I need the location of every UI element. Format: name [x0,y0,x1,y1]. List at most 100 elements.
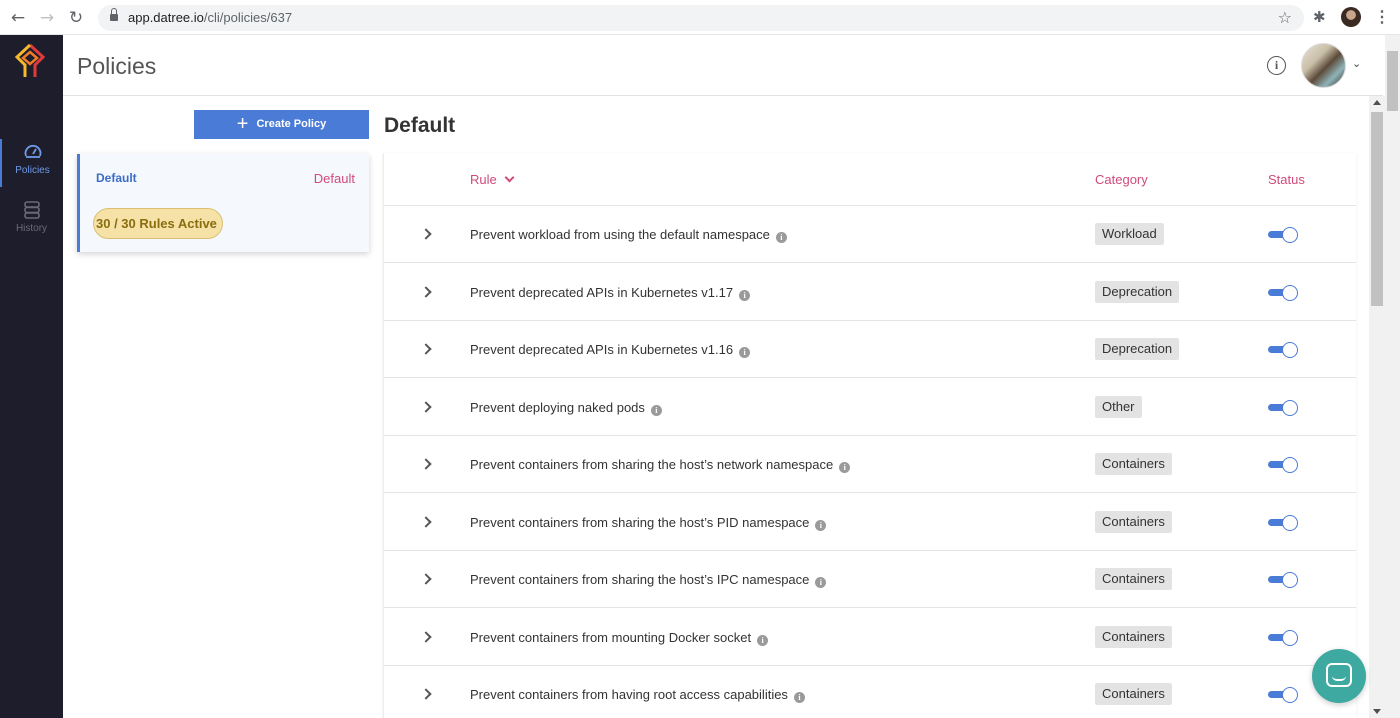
toggle-knob [1282,687,1298,703]
chevron-right-icon[interactable] [420,573,432,585]
rule-name: Prevent deploying naked pods i [470,400,662,416]
category-badge: Containers [1095,625,1172,648]
table-row[interactable]: Prevent containers from having root acce… [384,666,1356,718]
avatar[interactable] [1301,43,1346,88]
table-row[interactable]: Prevent deprecated APIs in Kubernetes v1… [384,264,1356,321]
sidebar-item-policies[interactable]: Policies [0,139,63,187]
table-row[interactable]: Prevent deploying naked pods i Other [384,379,1356,436]
info-icon[interactable]: i [650,404,662,416]
chevron-right-icon[interactable] [420,285,432,298]
category-badge: Containers [1095,683,1172,705]
status-toggle[interactable] [1268,514,1298,531]
chevron-down-icon [504,172,515,183]
browser-toolbar: ← → ↻ app.datree.io/cli/policies/637 ☆ ✱… [0,0,1400,35]
scroll-thumb[interactable] [1387,51,1398,111]
table-row[interactable]: Prevent deprecated APIs in Kubernetes v1… [384,321,1356,378]
table-row[interactable]: Prevent containers from mounting Docker … [384,609,1356,666]
chevron-right-icon[interactable] [420,343,432,355]
sidebar-item-label: Policies [15,165,50,176]
chevron-right-icon[interactable] [420,515,432,528]
bookmark-star-icon[interactable]: ☆ [1278,8,1292,27]
status-toggle[interactable] [1268,284,1298,301]
info-icon[interactable]: i [757,634,769,646]
toggle-knob [1282,629,1298,646]
info-icon[interactable]: i [775,232,787,243]
rule-name: Prevent deprecated APIs in Kubernetes v1… [470,285,751,301]
chevron-down-icon[interactable]: ⌄ [1352,57,1361,70]
scroll-up-arrow-icon[interactable] [1373,100,1381,105]
status-toggle[interactable] [1268,572,1298,588]
forward-arrow-icon[interactable]: → [37,8,57,28]
dashboard-gauge-icon [24,144,41,158]
policy-card-default[interactable]: Default Default 30 / 30 Rules Active [77,154,369,252]
sidebar-item-history[interactable]: History [0,197,63,245]
category-badge: Other [1095,395,1142,418]
scroll-thumb[interactable] [1371,112,1383,306]
url-text: app.datree.io/cli/policies/637 [128,10,293,25]
create-policy-button[interactable]: + Create Policy [194,110,369,139]
app-header: Policies i ⌄ [63,35,1383,96]
info-icon[interactable]: i [815,519,827,531]
info-icon[interactable]: i [1267,56,1286,75]
scroll-down-arrow-icon[interactable] [1373,709,1381,714]
chevron-right-icon[interactable] [420,400,432,413]
extensions-puzzle-icon[interactable]: ✱ [1313,9,1329,25]
chevron-right-icon[interactable] [420,630,432,643]
table-row[interactable]: Prevent containers from sharing the host… [384,494,1356,551]
info-icon[interactable]: i [739,347,751,358]
toggle-knob [1282,342,1298,358]
info-icon[interactable]: i [739,289,751,301]
table-row[interactable]: Prevent containers from sharing the host… [384,436,1356,493]
rule-label: Prevent workload from using the default … [470,227,770,242]
status-toggle[interactable] [1268,227,1298,243]
plus-icon: + [236,113,249,135]
browser-profile-avatar[interactable] [1341,7,1361,27]
reload-icon[interactable]: ↻ [66,8,86,28]
create-policy-label: Create Policy [256,118,327,130]
chat-launcher-button[interactable] [1312,649,1366,703]
chevron-right-icon[interactable] [420,688,432,700]
rule-label: Prevent containers from mounting Docker … [470,629,752,645]
rule-label: Prevent containers from sharing the host… [470,514,810,530]
toggle-knob [1282,227,1298,243]
rule-label: Prevent containers from sharing the host… [470,572,810,587]
rule-column-header[interactable]: Rule [470,172,515,187]
category-badge: Workload [1095,223,1164,245]
table-row[interactable]: Prevent containers from sharing the host… [384,551,1356,608]
toggle-knob [1282,284,1298,301]
toggle-knob [1282,572,1298,588]
status-toggle[interactable] [1268,629,1298,646]
toggle-knob [1282,514,1298,531]
policy-name: Default [96,171,137,185]
status-toggle[interactable] [1268,457,1298,473]
content-scrollbar[interactable] [1369,96,1385,718]
page-scrollbar[interactable] [1385,35,1400,718]
toggle-knob [1282,399,1298,416]
rule-name: Prevent containers from sharing the host… [470,514,827,531]
status-toggle[interactable] [1268,687,1298,703]
rule-name: Prevent workload from using the default … [470,227,787,243]
status-toggle[interactable] [1268,399,1298,416]
table-header: Rule Category Status [384,153,1356,206]
rule-name: Prevent containers from sharing the host… [470,572,827,588]
rule-name: Prevent containers from mounting Docker … [470,629,769,646]
address-bar[interactable]: app.datree.io/cli/policies/637 ☆ [98,5,1304,31]
category-badge: Deprecation [1095,280,1180,303]
page-title: Policies [77,53,157,79]
category-badge: Containers [1095,568,1172,590]
sidebar-item-label: History [15,223,48,234]
chevron-right-icon[interactable] [420,458,432,470]
table-row[interactable]: Prevent workload from using the default … [384,206,1356,263]
chevron-right-icon[interactable] [420,228,432,240]
info-icon[interactable]: i [793,692,805,703]
rules-active-badge: 30 / 30 Rules Active [93,208,223,239]
rule-name: Prevent deprecated APIs in Kubernetes v1… [470,342,751,358]
browser-menu-icon[interactable]: ⋮ [1374,8,1390,28]
rule-label: Prevent deprecated APIs in Kubernetes v1… [470,342,734,357]
info-icon[interactable]: i [839,462,851,473]
datree-logo-icon[interactable] [14,43,46,79]
status-toggle[interactable] [1268,342,1298,358]
info-icon[interactable]: i [815,577,827,588]
status-column-header: Status [1268,172,1305,187]
back-arrow-icon[interactable]: ← [8,8,28,28]
